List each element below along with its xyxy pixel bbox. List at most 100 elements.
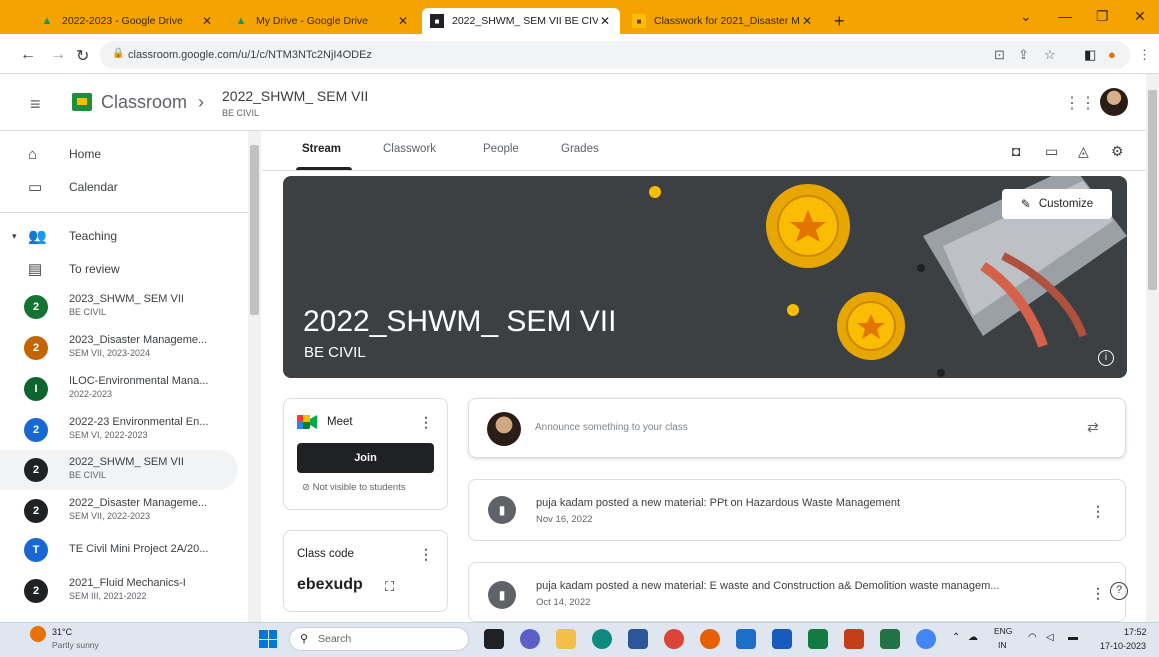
sidebar-class-item-selected[interactable]: 2 2022_SHWM_ SEM VII BE CIVIL [0,450,238,490]
weather-icon[interactable] [30,626,46,642]
language-region[interactable]: IN [998,640,1007,650]
post-more-icon[interactable]: ⋮ [1091,585,1105,602]
avatar[interactable] [1100,88,1128,116]
post-more-icon[interactable]: ⋮ [1091,503,1105,520]
join-button[interactable]: Join [297,443,434,473]
sidebar-class-item[interactable]: 2 2021_Fluid Mechanics-I SEM III, 2021-2… [0,571,238,611]
class-name: 2023_SHWM_ SEM VII [69,293,184,305]
calendar-icon[interactable]: ▭ [1045,143,1058,160]
lock-icon[interactable]: 🔒 [112,48,124,59]
taskbar-date[interactable]: 17-10-2023 [1100,641,1146,651]
window-close-icon[interactable]: ✕ [1134,8,1146,25]
drive-folder-icon[interactable]: ◬ [1078,143,1089,160]
app-icon[interactable] [880,629,900,649]
sidebar-class-item[interactable]: 2 2022-23 Environmental En... SEM VI, 20… [0,410,238,450]
tab-search-icon[interactable]: ⌄ [1020,8,1032,25]
forward-arrow-icon[interactable]: → [50,46,66,64]
photos-icon[interactable] [736,629,756,649]
wifi-icon[interactable]: ◠ [1028,632,1037,643]
sidebar-class-item[interactable]: 2 2023_Disaster Manageme... SEM VII, 202… [0,328,238,368]
weather-desc[interactable]: Partly sunny [52,640,99,650]
gear-icon[interactable]: ⚙ [1111,143,1124,160]
announce-placeholder[interactable]: Announce something to your class [535,422,688,433]
browser-tab-classwork[interactable]: ■ Classwork for 2021_Disaster Ma ✕ [624,8,822,34]
page-scrollbar-thumb[interactable] [1148,90,1157,290]
taskbar-search[interactable] [289,627,469,651]
tab-people[interactable]: People [483,143,519,155]
app-name[interactable]: Classroom [101,92,187,113]
weather-temp[interactable]: 31°C [52,627,72,637]
tab-stream[interactable]: Stream [302,143,341,155]
taskbar-search-text[interactable]: Search [318,633,351,645]
side-panel-icon[interactable]: ◧ [1084,47,1096,63]
class-initial-badge: 2 [24,336,48,360]
caret-down-icon[interactable]: ▾ [12,231,17,242]
file-explorer-icon[interactable] [556,629,576,649]
browser-tab-active-class[interactable]: ■ 2022_SHWM_ SEM VII BE CIVIL ✕ [422,8,620,34]
battery-icon[interactable]: ▬ [1068,632,1078,643]
firefox-icon[interactable] [700,629,720,649]
share-icon[interactable]: ⇪ [1018,47,1029,63]
language-indicator[interactable]: ENG [994,626,1012,636]
restore-icon[interactable]: ❐ [1096,8,1109,25]
onedrive-icon[interactable]: ☁ [968,632,978,643]
reload-icon[interactable]: ↻ [76,46,89,66]
minimize-icon[interactable]: — [1058,8,1072,24]
class-initial-badge: T [24,538,48,562]
close-icon[interactable]: ✕ [800,14,814,28]
post-title[interactable]: puja kadam posted a new material: PPt on… [536,497,1072,509]
excel-icon[interactable] [808,629,828,649]
help-icon[interactable]: ? [1110,582,1128,600]
new-tab-button[interactable]: + [834,12,845,30]
close-icon[interactable]: ✕ [598,14,612,28]
sidebar-class-item[interactable]: T TE Civil Mini Project 2A/20... [0,530,238,570]
volume-icon[interactable]: ◁ [1046,632,1054,643]
word-icon[interactable] [772,629,792,649]
task-view-icon[interactable] [484,629,504,649]
sidebar-class-item[interactable]: 2 2022_Disaster Manageme... SEM VII, 202… [0,491,238,531]
sidebar-class-item[interactable]: I ILOC-Environmental Mana... 2022-2023 [0,369,238,409]
close-icon[interactable]: ✕ [396,14,410,28]
windows-start-icon[interactable] [259,630,277,648]
install-icon[interactable]: ⊡ [994,47,1005,63]
meet-more-icon[interactable]: ⋮ [419,414,433,431]
menu-kebab-icon[interactable]: ⋮ [1138,47,1151,63]
chrome-icon[interactable] [664,629,684,649]
sidebar-item-to-review[interactable]: ▤ To review [0,249,238,289]
sidebar-item-calendar[interactable]: ▭ Calendar [0,167,238,207]
class-code-more-icon[interactable]: ⋮ [419,546,433,563]
not-visible-note: ⊘ Not visible to students [302,482,406,493]
chat-icon[interactable] [520,629,540,649]
sidebar-scrollbar-thumb[interactable] [250,145,259,315]
chevron-up-icon[interactable]: ⌃ [952,632,960,643]
close-icon[interactable]: ✕ [200,14,214,28]
video-icon[interactable]: ◘ [1012,143,1020,159]
class-sub: BE CIVIL [69,470,107,480]
sidebar-class-item[interactable]: 2 2023_SHWM_ SEM VII BE CIVIL [0,287,238,327]
taskbar-time[interactable]: 17:52 [1124,627,1147,637]
tab-classwork[interactable]: Classwork [383,143,436,155]
url-text[interactable]: classroom.google.com/u/1/c/NTM3NTc2NjI4O… [128,49,372,61]
browser-tab-my-drive[interactable]: ▲ My Drive - Google Drive ✕ [226,8,418,34]
hamburger-menu-icon[interactable]: ≡ [30,94,41,115]
info-icon[interactable]: i [1098,350,1114,366]
browser-tab-drive-2022[interactable]: ▲ 2022-2023 - Google Drive ✕ [32,8,222,34]
tab-grades[interactable]: Grades [561,143,599,155]
classroom-logo-icon[interactable] [72,93,92,111]
profile-icon[interactable]: ● [1108,47,1116,62]
post-title[interactable]: puja kadam posted a new material: E wast… [536,580,1072,592]
stream-post[interactable] [468,562,1126,622]
breadcrumb-class-title[interactable]: 2022_SHWM_ SEM VII [222,88,368,104]
sidebar-divider [0,212,250,213]
powerpoint-icon[interactable] [844,629,864,649]
fullscreen-icon[interactable]: ⛶ [385,579,394,595]
edge-icon[interactable] [592,629,612,649]
stream-post[interactable] [468,479,1126,541]
customize-button[interactable]: ✎ Customize [1002,189,1112,219]
bookmark-star-icon[interactable]: ☆ [1044,47,1056,63]
chrome-active-icon[interactable] [916,629,936,649]
reuse-post-icon[interactable]: ⇄ [1087,419,1099,436]
store-icon[interactable] [628,629,648,649]
back-arrow-icon[interactable]: ← [20,46,36,64]
banner-illustration [649,176,1127,377]
